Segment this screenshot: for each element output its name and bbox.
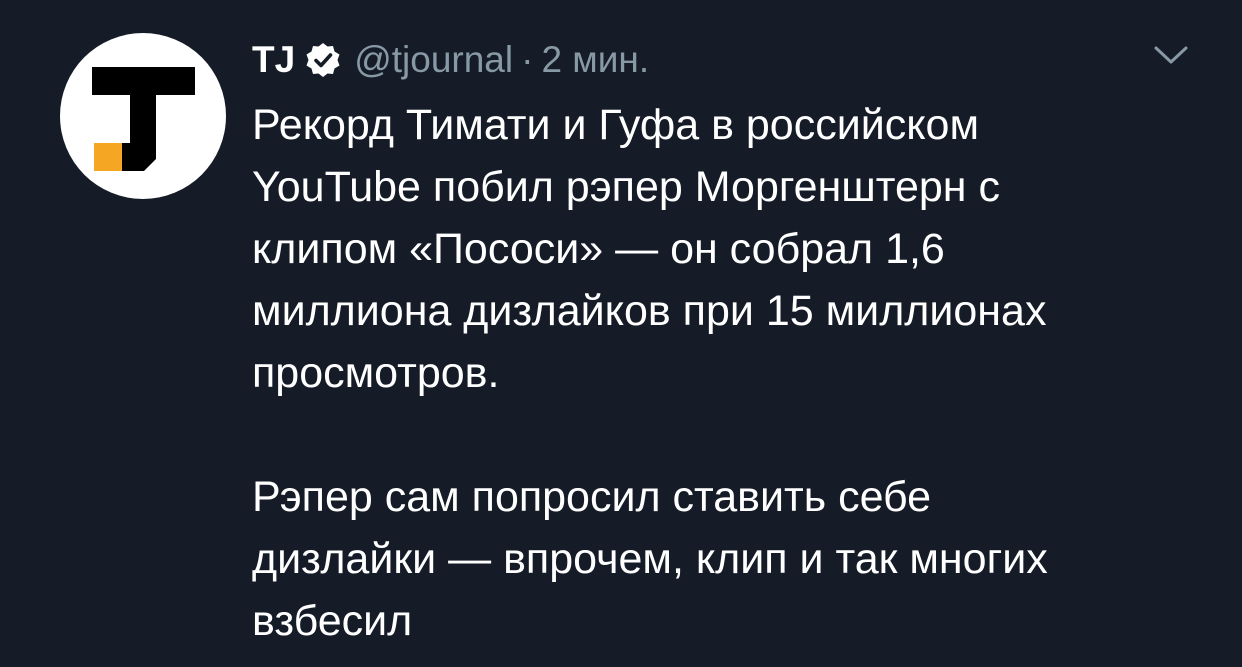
author-name[interactable]: TJ	[252, 39, 295, 81]
tweet-timestamp[interactable]: 2 мин.	[541, 39, 649, 81]
author-handle[interactable]: @tjournal	[354, 39, 513, 81]
tweet[interactable]: TJ @tjournal · 2 мин. Рекорд Тимати и Гу…	[0, 0, 1242, 667]
header-separator: ·	[521, 39, 534, 80]
tweet-text: Рекорд Тимати и Гуфа в российском YouTub…	[252, 101, 1048, 645]
verified-badge-icon	[304, 41, 342, 79]
tj-logo-icon	[92, 67, 195, 171]
avatar[interactable]	[60, 33, 226, 199]
tweet-header: TJ @tjournal · 2 мин.	[252, 35, 649, 85]
chevron-down-icon[interactable]	[1153, 43, 1189, 67]
